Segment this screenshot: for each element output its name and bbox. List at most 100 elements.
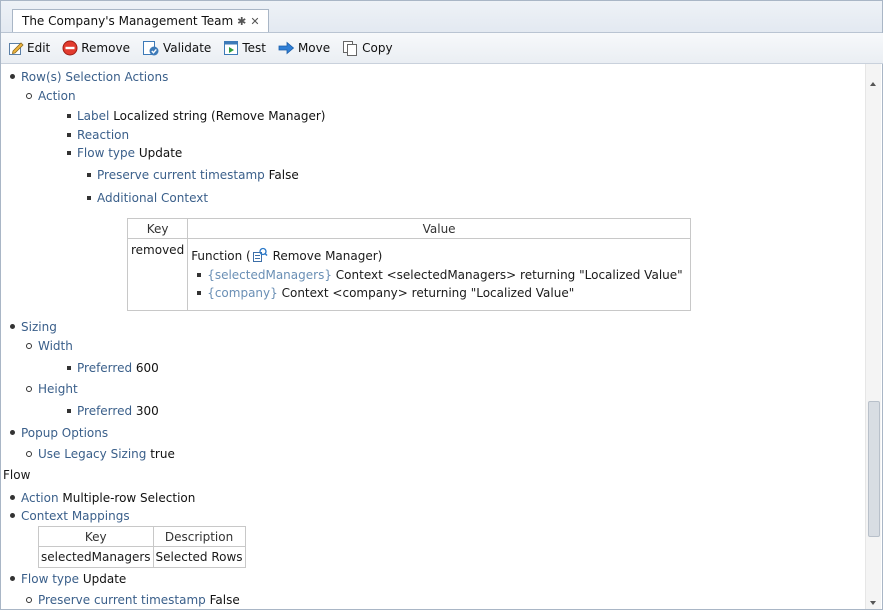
move-label: Move [297, 41, 331, 55]
arrow-right-icon [278, 41, 295, 55]
action-heading: Action [38, 89, 76, 103]
bullet [26, 342, 32, 349]
table-row: selectedManagers Selected Rows [38, 546, 246, 568]
list-item: Popup Options [10, 424, 108, 442]
list-item: Preferred 300 [67, 402, 159, 420]
context-description: Context <company> returning "Localized V… [281, 286, 575, 300]
pin-icon[interactable]: ✱ [237, 15, 246, 28]
bullet [10, 513, 15, 518]
width-heading: Width [38, 339, 73, 353]
move-button[interactable]: Move [276, 39, 332, 57]
preserve-timestamp-value: False [268, 168, 299, 182]
validate-button[interactable]: Validate [140, 39, 213, 57]
list-item: Additional Context [87, 189, 208, 207]
tab-title: The Company's Management Team [22, 14, 234, 28]
flow-type-value: Update [138, 146, 183, 160]
list-item: {company} Context <company> returning "L… [191, 284, 687, 302]
context-value-cell: Function ( Remove Manager) {selectedMana… [187, 238, 691, 311]
scroll-up-icon[interactable] [870, 82, 876, 86]
row-selection-actions-heading: Row(s) Selection Actions [21, 70, 169, 84]
copy-icon [343, 41, 358, 56]
column-header-key: Key [126, 218, 189, 239]
function-name: Remove Manager) [272, 249, 383, 263]
list-item: Label Localized string (Remove Manager) [67, 107, 326, 125]
bullet [67, 113, 71, 118]
flow-type-label: Flow type [21, 572, 80, 586]
mapping-key-cell: selectedManagers [38, 546, 154, 568]
bullet [10, 495, 15, 500]
bullet [10, 430, 15, 435]
column-header-value: Value [187, 218, 691, 239]
context-mappings-heading: Context Mappings [21, 509, 130, 523]
bullet [87, 172, 91, 177]
preserve-timestamp-label: Preserve current timestamp [97, 168, 265, 182]
vertical-scrollbar[interactable] [865, 64, 881, 609]
preserve-timestamp-label: Preserve current timestamp [38, 593, 206, 607]
reaction-heading: Reaction [77, 128, 130, 142]
function-prefix: Function ( [191, 249, 251, 263]
use-legacy-sizing-label: Use Legacy Sizing [38, 447, 147, 461]
list-item: {selectedManagers} Context <selectedMana… [191, 266, 687, 284]
bullet [10, 74, 15, 79]
close-icon[interactable]: ✕ [250, 15, 259, 28]
table-row: removed Function ( Remove Manager) {sele… [126, 238, 691, 311]
bullet [26, 450, 32, 457]
width-preferred-value: 600 [135, 361, 159, 375]
scroll-down-icon[interactable] [870, 601, 876, 605]
list-item: Flow type Update [10, 570, 126, 588]
list-item: Preserve current timestamp False [26, 591, 240, 609]
list-item: Width [26, 337, 73, 355]
label-value: Localized string (Remove Manager) [113, 109, 326, 123]
test-button[interactable]: Test [221, 39, 268, 57]
bullet [26, 385, 32, 392]
list-item: Context Mappings [10, 507, 130, 525]
list-item: Action Multiple-row Selection [10, 489, 195, 507]
label-label: Label [77, 109, 110, 123]
validate-label: Validate [162, 41, 212, 55]
context-table: Key Value removed Function ( Remove Mana… [126, 218, 691, 311]
bullet [67, 408, 71, 413]
bullet [10, 324, 15, 329]
test-label: Test [242, 41, 266, 55]
validate-icon [142, 41, 159, 56]
column-header-description: Description [152, 526, 246, 547]
details-content: Row(s) Selection Actions Action Label Lo… [1, 64, 867, 609]
list-item: Preferred 600 [67, 359, 159, 377]
function-icon[interactable] [252, 247, 268, 263]
preferred-label: Preferred [77, 361, 133, 375]
additional-context-heading: Additional Context [97, 191, 209, 205]
list-item: Reaction [67, 126, 129, 144]
list-item: Preserve current timestamp False [87, 166, 299, 184]
edit-label: Edit [27, 41, 51, 55]
edit-button[interactable]: Edit [6, 39, 52, 57]
preferred-label: Preferred [77, 404, 133, 418]
remove-button[interactable]: Remove [60, 39, 132, 57]
sizing-heading: Sizing [21, 320, 57, 334]
bullet [67, 132, 71, 137]
bullet [26, 596, 32, 603]
list-item: Height [26, 380, 78, 398]
context-var-selected-managers: {selectedManagers} [207, 268, 332, 282]
context-key-cell: removed [126, 238, 189, 311]
bullet [26, 92, 32, 99]
list-item: Action [26, 87, 76, 105]
toolbar: Edit Remove Validate Test Move Copy [1, 33, 883, 64]
use-legacy-sizing-value: true [150, 447, 175, 461]
copy-label: Copy [362, 41, 393, 55]
flow-action-label: Action [21, 491, 59, 505]
list-item: Use Legacy Sizing true [26, 445, 175, 463]
scrollbar-thumb[interactable] [868, 401, 880, 537]
popup-options-heading: Popup Options [21, 426, 109, 440]
mapping-description-cell: Selected Rows [152, 546, 246, 568]
column-header-key: Key [38, 526, 154, 547]
function-line: Function ( Remove Manager) [191, 247, 687, 265]
tab-management-team[interactable]: The Company's Management Team ✱ ✕ [12, 9, 269, 32]
flow-type-label: Flow type [77, 146, 136, 160]
height-heading: Height [38, 382, 78, 396]
remove-icon [62, 40, 78, 56]
flow-type-value: Update [82, 572, 127, 586]
remove-label: Remove [81, 41, 130, 55]
bullet [67, 365, 71, 370]
copy-button[interactable]: Copy [340, 39, 394, 57]
bullet [67, 150, 71, 155]
